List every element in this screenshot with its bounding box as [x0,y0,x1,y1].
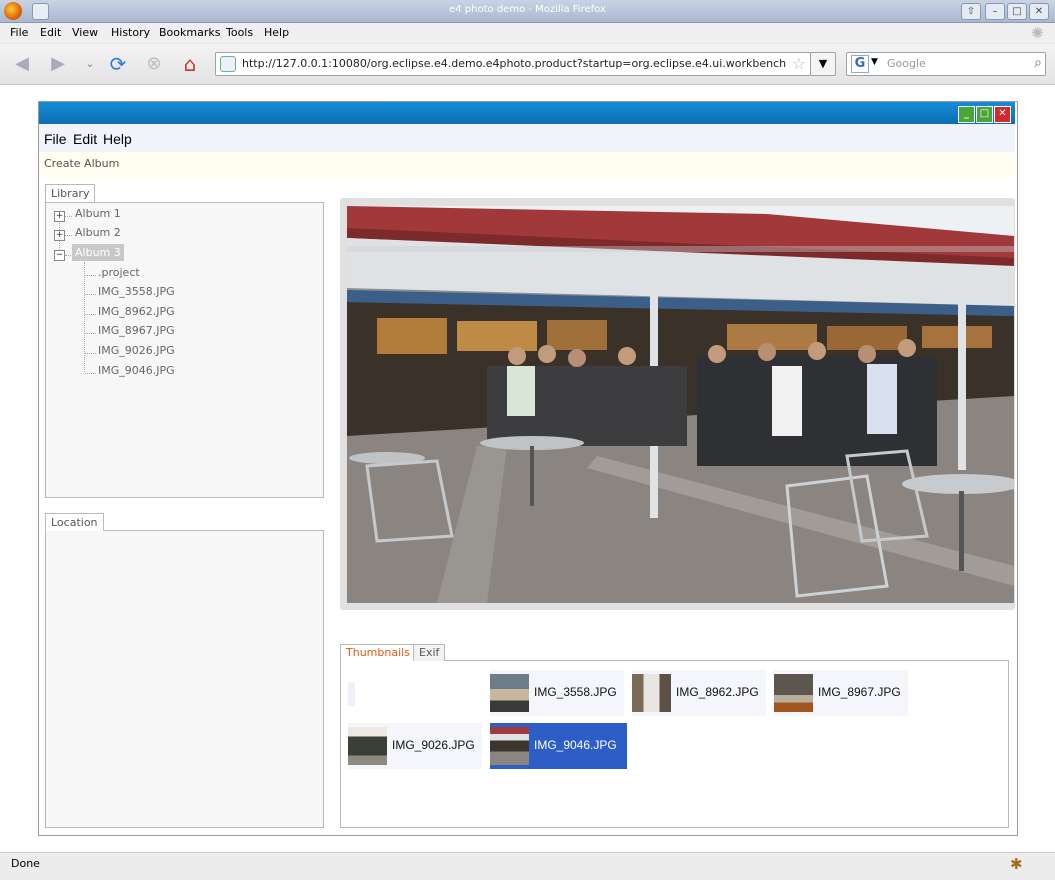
menu-tools[interactable]: Tools [226,26,253,39]
url-text[interactable]: http://127.0.0.1:10080/org.eclipse.e4.de… [242,57,787,70]
status-text: Done [11,857,40,870]
app-menu-edit[interactable]: Edit [73,131,97,147]
firebug-icon[interactable]: ✱ [1010,855,1023,873]
firefox-logo-icon[interactable] [4,2,22,20]
window-up-icon[interactable]: ⇧ [961,3,981,20]
tree-file-item[interactable]: IMG_9026.JPG [98,344,175,357]
maximize-window-button[interactable]: □ [1007,3,1027,20]
photo-image [347,206,1014,603]
thumbnail-label: IMG_3558.JPG [534,685,617,699]
tree-file-item[interactable]: IMG_3558.JPG [98,285,175,298]
thumbnail-image [774,674,813,712]
minimize-window-button[interactable]: – [985,3,1005,20]
thumbnail-image [490,727,529,765]
home-icon[interactable]: ⌂ [176,50,204,78]
pin-icon[interactable] [32,3,49,20]
close-window-button[interactable]: ✕ [1029,3,1049,20]
thumbnail-image [348,727,387,765]
tree-connector [85,275,96,276]
back-icon[interactable]: ◀ [8,50,36,78]
app-toolbar [39,152,1015,178]
tree-file-item[interactable]: IMG_8962.JPG [98,305,175,318]
forward-icon[interactable]: ▶ [44,50,72,78]
tree-item-album-1[interactable]: Album 1 [75,207,121,220]
tab-exif[interactable]: Exif [413,644,446,661]
search-bar[interactable]: G ▼ Google ⌕ [846,52,1046,76]
tree-item-album-2[interactable]: Album 2 [75,226,121,239]
reload-icon[interactable]: ⟳ [104,50,132,78]
menu-history[interactable]: History [111,26,150,39]
expand-icon[interactable]: + [54,230,65,241]
thumbnail-image [490,674,529,712]
tree-connector [85,333,96,334]
google-engine-icon[interactable]: G [851,55,869,73]
tree-connector [84,262,85,372]
thumbnail-item[interactable]: IMG_8962.JPG [632,670,766,716]
thumbnail-item[interactable]: IMG_8967.JPG [774,670,908,716]
tab-library[interactable]: Library [45,184,96,202]
tree-connector [65,216,72,217]
menu-help[interactable]: Help [264,26,289,39]
tree-file-item[interactable]: IMG_8967.JPG [98,324,175,337]
thumbnail-item-selected[interactable]: IMG_9046.JPG [490,723,627,769]
location-pane [45,530,324,828]
thumbnail-item[interactable]: IMG_9026.JPG [348,723,482,769]
bookmark-star-icon[interactable]: ☆ [792,54,806,73]
tree-file-item[interactable]: IMG_9046.JPG [98,364,175,377]
create-album-button[interactable]: Create Album [44,157,119,170]
photo-preview[interactable] [347,206,1014,603]
thumbnail-item[interactable]: IMG_3558.JPG [490,670,624,716]
tree-connector [65,235,72,236]
collapse-icon[interactable]: − [54,250,65,261]
tree-connector [85,353,96,354]
thumbnail-label: IMG_8962.JPG [676,685,759,699]
app-menubar [39,124,1015,152]
stop-icon[interactable]: ⊗ [140,50,168,78]
tab-thumbnails[interactable]: Thumbnails [340,644,416,661]
thumbnail-placeholder [348,682,355,706]
app-close-button[interactable]: ✕ [994,106,1011,123]
thumbnail-label: IMG_9046.JPG [534,738,617,752]
throbber-icon: ✺ [1031,24,1044,42]
tree-file-item[interactable]: .project [98,266,140,279]
thumbnail-label: IMG_8967.JPG [818,685,901,699]
tree-connector [65,255,71,256]
history-dropdown-icon[interactable]: ⌄ [76,50,104,78]
thumbnail-image [632,674,671,712]
thumbnail-label: IMG_9026.JPG [392,738,475,752]
search-input[interactable]: Google [887,57,926,70]
search-icon[interactable]: ⌕ [1034,55,1042,71]
url-bar[interactable]: http://127.0.0.1:10080/org.eclipse.e4.de… [215,52,811,76]
site-identity-icon[interactable] [220,56,236,72]
tree-connector [85,373,96,374]
menu-view[interactable]: View [72,26,98,39]
browser-titlebar: e4 photo demo - Mozilla Firefox [0,0,1055,23]
expand-icon[interactable]: + [54,211,65,222]
engine-dropdown-icon[interactable]: ▼ [871,57,878,67]
app-menu-file[interactable]: File [44,131,67,147]
menu-edit[interactable]: Edit [40,26,61,39]
menu-file[interactable]: File [10,26,28,39]
menu-bookmarks[interactable]: Bookmarks [159,26,220,39]
e4-titlebar [39,102,1015,124]
browser-title: e4 photo demo - Mozilla Firefox [449,4,606,15]
tree-connector [85,294,96,295]
url-dropdown-button[interactable]: ▼ [810,52,836,76]
app-menu-help[interactable]: Help [103,131,132,147]
app-maximize-button[interactable]: □ [976,106,993,123]
tree-item-album-3[interactable]: Album 3 [72,244,124,261]
tree-connector [85,314,96,315]
tab-location[interactable]: Location [45,513,104,531]
status-bar [0,852,1055,880]
app-minimize-button[interactable]: _ [958,106,975,123]
